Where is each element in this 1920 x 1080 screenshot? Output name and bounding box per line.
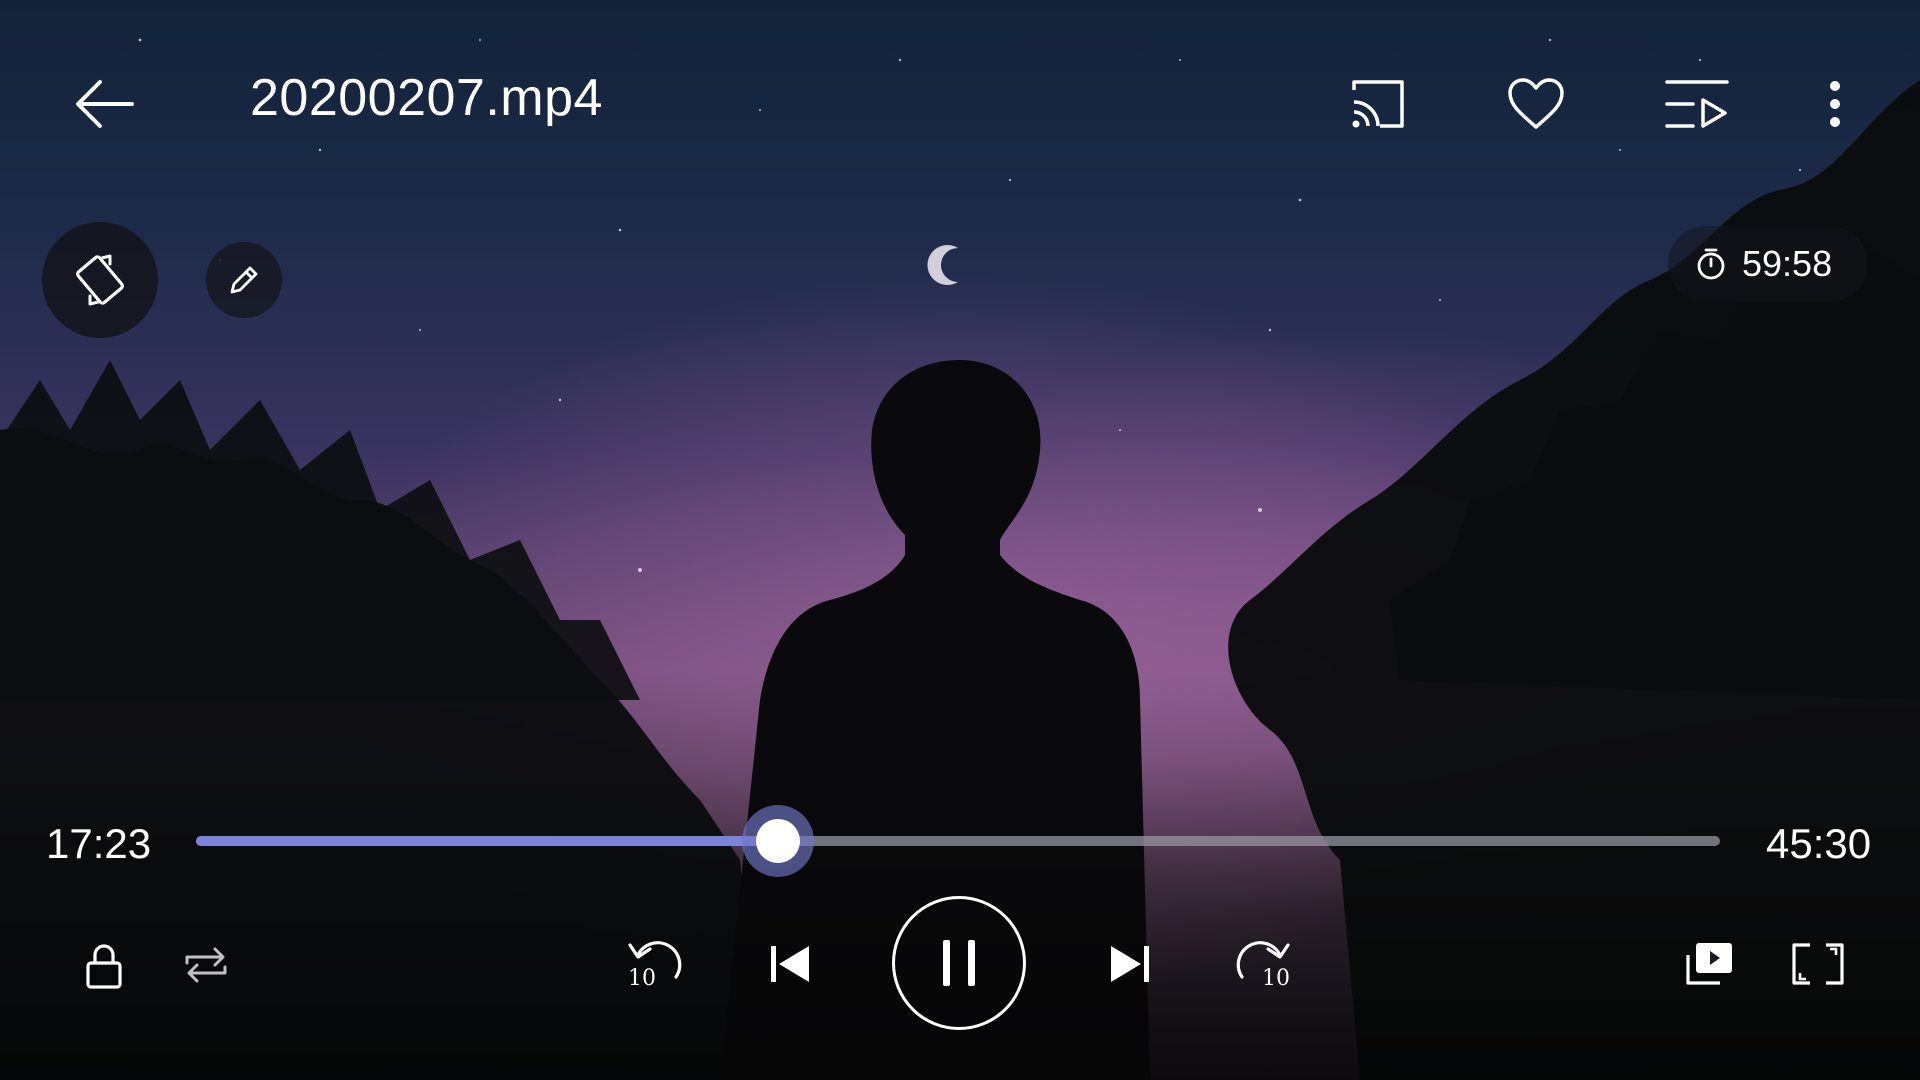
current-time: 17:23 <box>46 820 152 867</box>
previous-track-icon <box>771 946 809 982</box>
heart-icon <box>1508 78 1564 129</box>
next-track-icon <box>1111 946 1149 982</box>
sleep-timer[interactable]: 59:58 <box>1668 226 1868 302</box>
more-vertical-icon <box>1830 81 1840 127</box>
lock-button[interactable] <box>78 936 130 996</box>
crescent-moon <box>927 245 958 285</box>
rewind-10-button[interactable]: 10 <box>622 932 686 998</box>
rotate-screen-icon <box>76 254 124 306</box>
edit-pencil-icon <box>230 266 258 294</box>
video-title: 20200207.mp4 <box>250 69 603 127</box>
playlist-icon <box>1665 80 1729 128</box>
more-options-button[interactable] <box>1820 74 1850 134</box>
forward-10-button[interactable]: 10 <box>1232 932 1296 998</box>
back-arrow-icon <box>76 80 134 128</box>
popup-play-button[interactable] <box>1682 938 1736 990</box>
sleep-timer-value: 59:58 <box>1742 243 1833 284</box>
previous-button[interactable] <box>766 942 814 986</box>
total-time: 45:30 <box>1766 820 1872 867</box>
playlist-button[interactable] <box>1662 74 1732 134</box>
timer-icon <box>1697 248 1725 280</box>
edit-button[interactable] <box>206 242 282 318</box>
repeat-button[interactable] <box>178 940 234 990</box>
popup-play-icon <box>1686 943 1732 985</box>
rotate-screen-button[interactable] <box>42 222 158 338</box>
cast-button[interactable] <box>1346 74 1410 134</box>
next-button[interactable] <box>1106 942 1154 986</box>
cast-icon <box>1352 80 1404 128</box>
fullscreen-button[interactable] <box>1788 938 1848 990</box>
pause-icon <box>943 940 975 986</box>
seek-progress <box>196 836 779 846</box>
back-button[interactable] <box>70 74 140 134</box>
rewind-seconds: 10 <box>628 966 656 991</box>
fullscreen-icon <box>1792 943 1844 985</box>
seek-bar[interactable] <box>196 805 1720 877</box>
seek-thumb[interactable] <box>742 805 815 877</box>
repeat-icon <box>185 947 227 983</box>
play-pause-button[interactable] <box>892 896 1026 1030</box>
favorite-button[interactable] <box>1504 74 1568 134</box>
lock-icon <box>86 944 122 989</box>
forward-seconds: 10 <box>1262 966 1290 991</box>
